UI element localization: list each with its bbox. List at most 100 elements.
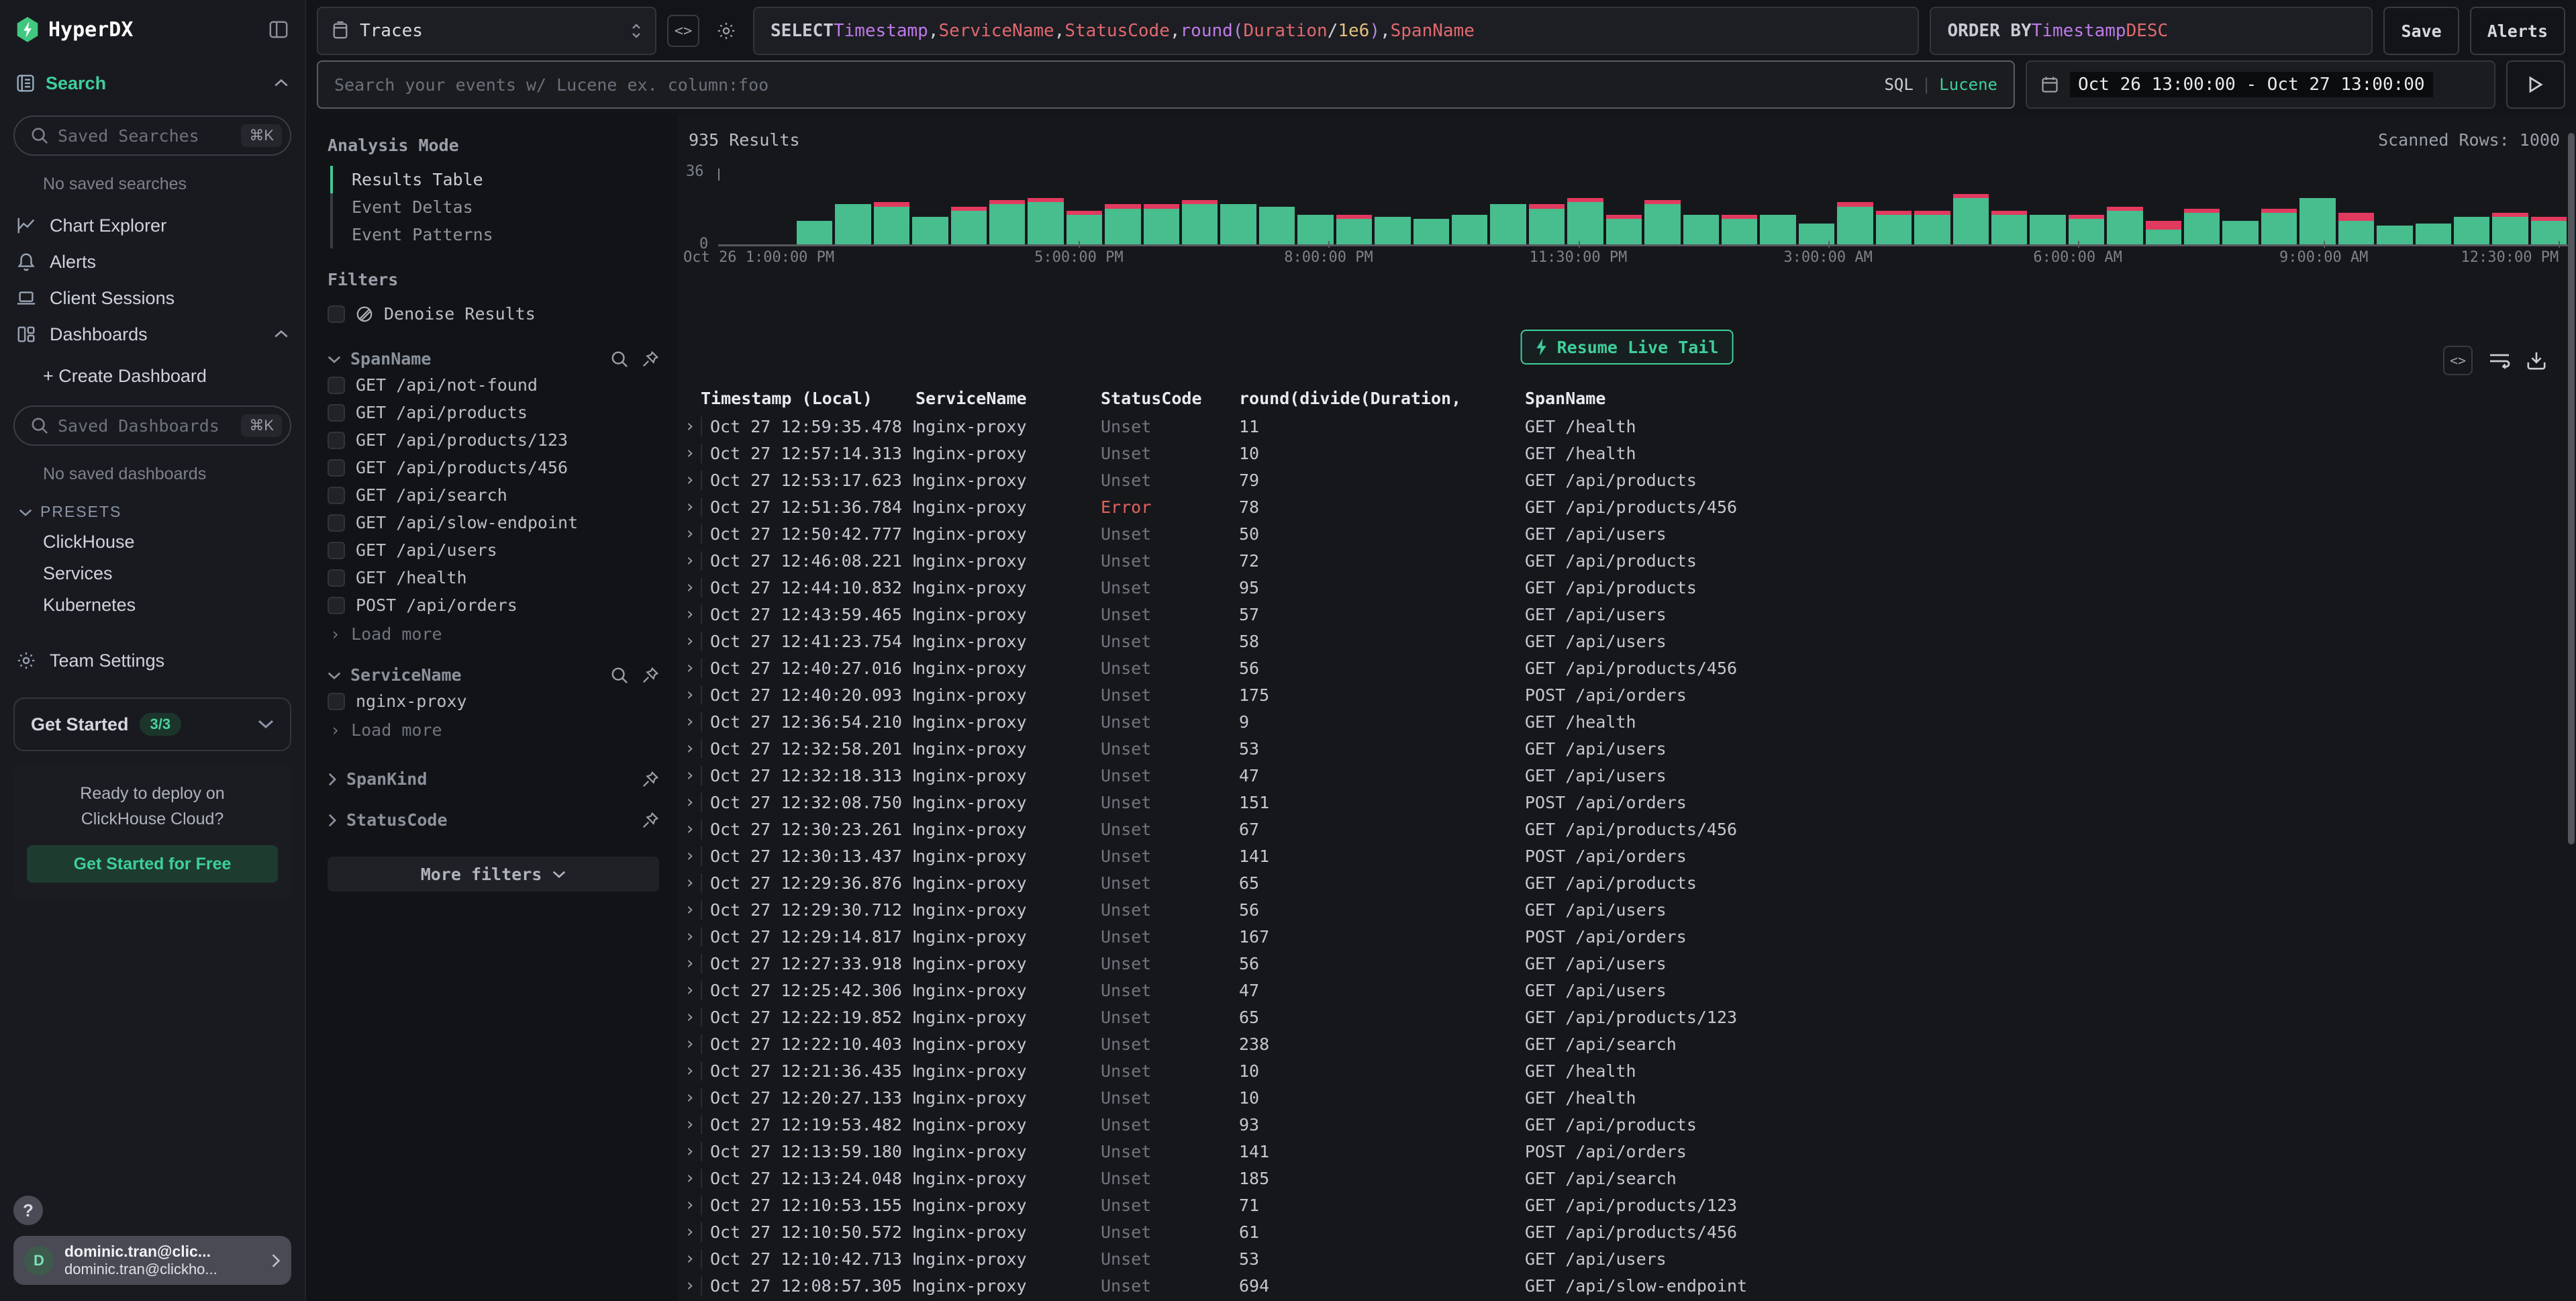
chart-bar[interactable] [989,168,1025,244]
column-header[interactable]: ServiceName [915,389,1101,408]
table-row[interactable]: ›Oct 27 12:13:24.048 PMnginx-proxyUnset1… [678,1165,2576,1192]
preset-item-kubernetes[interactable]: Kubernetes [0,589,305,621]
analysis-mode-item[interactable]: Results Table [333,166,659,193]
chart-bar[interactable] [2222,168,2258,244]
nav-item-search[interactable]: Search [0,64,305,102]
nav-item-chart-explorer[interactable]: Chart Explorer [0,207,305,244]
chart-bar[interactable] [1606,168,1642,244]
chart-bar[interactable] [1375,168,1410,244]
table-row[interactable]: ›Oct 27 12:29:30.712 PMnginx-proxyUnset5… [678,896,2576,923]
chart-bar[interactable] [951,168,987,244]
chart-bar[interactable] [2377,168,2412,244]
table-row[interactable]: ›Oct 27 12:46:08.221 PMnginx-proxyUnset7… [678,547,2576,574]
table-row[interactable]: ›Oct 27 12:32:18.313 PMnginx-proxyUnset4… [678,762,2576,789]
chart-bar[interactable] [1722,168,1757,244]
event-search-input[interactable]: Search your events w/ Lucene ex. column:… [317,60,2015,109]
row-side-panel-icon[interactable]: <> [2443,346,2473,375]
row-expand-chevron[interactable]: › [681,846,701,866]
table-row[interactable]: ›Oct 27 12:50:42.777 PMnginx-proxyUnset5… [678,520,2576,547]
resume-live-tail-button[interactable]: Resume Live Tail [1521,330,1734,365]
row-expand-chevron[interactable]: › [681,926,701,947]
chevron-up-icon[interactable] [274,330,289,339]
column-header[interactable]: Timestamp (Local) [701,389,915,408]
row-expand-chevron[interactable]: › [681,1195,701,1215]
pin-icon[interactable] [642,667,659,684]
chart-bar[interactable] [758,168,793,244]
filter-value-row[interactable]: GET /api/slow-endpoint [328,509,659,536]
chart-bar[interactable] [1876,168,1912,244]
chart-bar[interactable] [797,168,832,244]
chart-bar[interactable] [1837,168,1873,244]
date-range-picker[interactable]: Oct 26 13:00:00 - Oct 27 13:00:00 [2026,60,2495,109]
chart-bar[interactable] [1297,168,1333,244]
chart-bar[interactable] [1220,168,1256,244]
table-row[interactable]: ›Oct 27 12:41:23.754 PMnginx-proxyUnset5… [678,628,2576,655]
chart-bar[interactable] [1567,168,1603,244]
filter-checkbox[interactable] [328,569,345,587]
chart-bar[interactable] [1105,168,1140,244]
row-expand-chevron[interactable]: › [681,1275,701,1296]
row-expand-chevron[interactable]: › [681,712,701,732]
row-expand-chevron[interactable]: › [681,1088,701,1108]
table-row[interactable]: ›Oct 27 12:40:20.093 PMnginx-proxyUnset1… [678,681,2576,708]
source-select[interactable]: Traces [317,7,656,55]
table-row[interactable]: ›Oct 27 12:29:36.876 PMnginx-proxyUnset6… [678,869,2576,896]
pin-icon[interactable] [642,812,659,829]
row-expand-chevron[interactable]: › [681,1007,701,1027]
nav-item-alerts[interactable]: Alerts [0,244,305,280]
row-expand-chevron[interactable]: › [681,980,701,1000]
row-expand-chevron[interactable]: › [681,577,701,597]
query-settings-gear-icon[interactable] [710,15,742,47]
filter-search-icon[interactable] [611,350,628,368]
filter-value-row[interactable]: GET /api/not-found [328,371,659,399]
chevron-right-icon[interactable] [328,814,337,827]
chart-bar[interactable] [2416,168,2451,244]
nav-item-team-settings[interactable]: Team Settings [0,642,305,679]
denoise-checkbox[interactable] [328,305,345,323]
chart-bars[interactable] [718,168,2568,244]
chart-bar[interactable] [2030,168,2065,244]
table-row[interactable]: ›Oct 27 12:59:35.478 PMnginx-proxyUnset1… [678,413,2576,440]
table-row[interactable]: ›Oct 27 12:53:17.623 PMnginx-proxyUnset7… [678,467,2576,493]
table-row[interactable]: ›Oct 27 12:44:10.832 PMnginx-proxyUnset9… [678,574,2576,601]
row-expand-chevron[interactable]: › [681,416,701,436]
order-by-editor[interactable]: ORDER BY Timestamp DESC [1930,7,2373,55]
filter-group-name[interactable]: StatusCode [346,810,632,830]
filter-value-row[interactable]: GET /api/products/123 [328,426,659,454]
column-header[interactable]: StatusCode [1101,389,1239,408]
chart-bar[interactable] [1799,168,1834,244]
row-expand-chevron[interactable]: › [681,953,701,973]
table-row[interactable]: ›Oct 27 12:25:42.306 PMnginx-proxyUnset4… [678,977,2576,1004]
table-row[interactable]: ›Oct 27 12:43:59.465 PMnginx-proxyUnset5… [678,601,2576,628]
chart-bar[interactable] [2531,168,2567,244]
chevron-up-icon[interactable] [274,79,289,88]
table-row[interactable]: ›Oct 27 12:20:27.133 PMnginx-proxyUnset1… [678,1084,2576,1111]
saved-dashboards-input[interactable]: Saved Dashboards ⌘K [13,405,291,446]
row-expand-chevron[interactable]: › [681,1114,701,1135]
chart-bar[interactable] [1529,168,1565,244]
chevron-right-icon[interactable] [328,773,337,786]
analysis-mode-item[interactable]: Event Patterns [333,221,659,248]
chart-bar[interactable] [2299,168,2335,244]
chart-bar[interactable] [1490,168,1526,244]
table-row[interactable]: ›Oct 27 12:10:42.713 PMnginx-proxyUnset5… [678,1245,2576,1272]
chart-bar[interactable] [1760,168,1795,244]
row-expand-chevron[interactable]: › [681,792,701,812]
chart-bar[interactable] [2184,168,2220,244]
more-filters-button[interactable]: More filters [328,857,659,892]
chart-bar[interactable] [2338,168,2374,244]
filter-checkbox[interactable] [328,404,345,422]
table-row[interactable]: ›Oct 27 12:30:13.437 PMnginx-proxyUnset1… [678,842,2576,869]
row-expand-chevron[interactable]: › [681,1061,701,1081]
nav-item-dashboards[interactable]: Dashboards [0,316,305,352]
row-expand-chevron[interactable]: › [681,819,701,839]
pin-icon[interactable] [642,771,659,788]
table-row[interactable]: ›Oct 27 12:29:14.817 PMnginx-proxyUnset1… [678,923,2576,950]
alerts-button[interactable]: Alerts [2470,7,2565,55]
table-row[interactable]: ›Oct 27 12:08:57.305 PMnginx-proxyUnset6… [678,1272,2576,1299]
chevron-down-icon[interactable] [328,354,341,364]
save-button[interactable]: Save [2383,7,2459,55]
row-expand-chevron[interactable]: › [681,631,701,651]
chart-bar[interactable] [1953,168,1989,244]
pin-icon[interactable] [642,350,659,368]
